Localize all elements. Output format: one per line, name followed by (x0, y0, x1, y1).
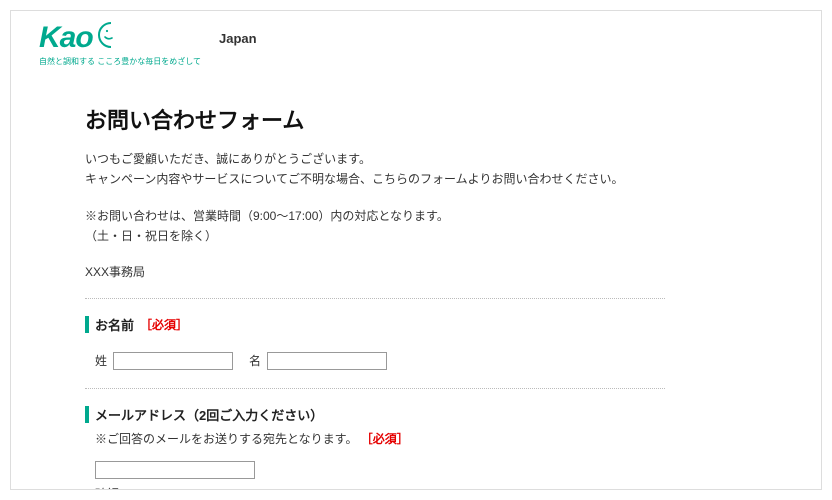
content: お問い合わせフォーム いつもご愛顧いただき、誠にありがとうございます。 キャンペ… (85, 103, 665, 490)
hours-line: （土・日・祝日を除く） (85, 226, 665, 246)
email-label: メールアドレス（2回ご入力ください） (95, 405, 323, 424)
brand-name: Kao (39, 23, 93, 53)
sei-input[interactable] (113, 352, 233, 370)
email-note: ※ご回答のメールをお送りする宛先となります。 ［必須］ (95, 430, 665, 447)
accent-bar-icon (85, 316, 89, 333)
sei-label: 姓 (95, 352, 107, 369)
email-confirm-label: 確認 (95, 485, 665, 490)
required-badge: ［必須］ (361, 432, 409, 446)
mei-label: 名 (249, 352, 261, 369)
form-frame: Kao 自然と調和する こころ豊かな毎日をめざして Japan お問い合わせフォ… (10, 10, 822, 490)
name-input-row: 姓 名 (95, 352, 665, 370)
section-title-name: お名前 ［必須］ (85, 315, 665, 334)
brand-tagline: 自然と調和する こころ豊かな毎日をめざして (39, 56, 201, 67)
required-badge: ［必須］ (140, 316, 188, 333)
region-label: Japan (219, 31, 257, 46)
section-name: お名前 ［必須］ 姓 名 (85, 299, 665, 388)
page-title: お問い合わせフォーム (85, 103, 665, 135)
name-label: お名前 (95, 315, 134, 334)
header: Kao 自然と調和する こころ豊かな毎日をめざして Japan (39, 21, 793, 67)
intro-line: いつもご愛顧いただき、誠にありがとうございます。 (85, 149, 665, 169)
office-label: XXX事務局 (85, 263, 665, 280)
accent-bar-icon (85, 406, 89, 423)
mei-input[interactable] (267, 352, 387, 370)
moon-icon (97, 21, 121, 54)
email-note-text: ※ご回答のメールをお送りする宛先となります。 (95, 432, 357, 446)
section-title-email: メールアドレス（2回ご入力ください） (85, 405, 665, 424)
intro-text: いつもご愛顧いただき、誠にありがとうございます。 キャンペーン内容やサービスにつ… (85, 149, 665, 247)
email-input[interactable] (95, 461, 255, 479)
section-email: メールアドレス（2回ご入力ください） ※ご回答のメールをお送りする宛先となります… (85, 389, 665, 490)
intro-line: キャンペーン内容やサービスについてご不明な場合、こちらのフォームよりお問い合わせ… (85, 169, 665, 189)
brand-logo: Kao 自然と調和する こころ豊かな毎日をめざして (39, 21, 201, 67)
hours-line: ※お問い合わせは、営業時間（9:00〜17:00）内の対応となります。 (85, 206, 665, 226)
